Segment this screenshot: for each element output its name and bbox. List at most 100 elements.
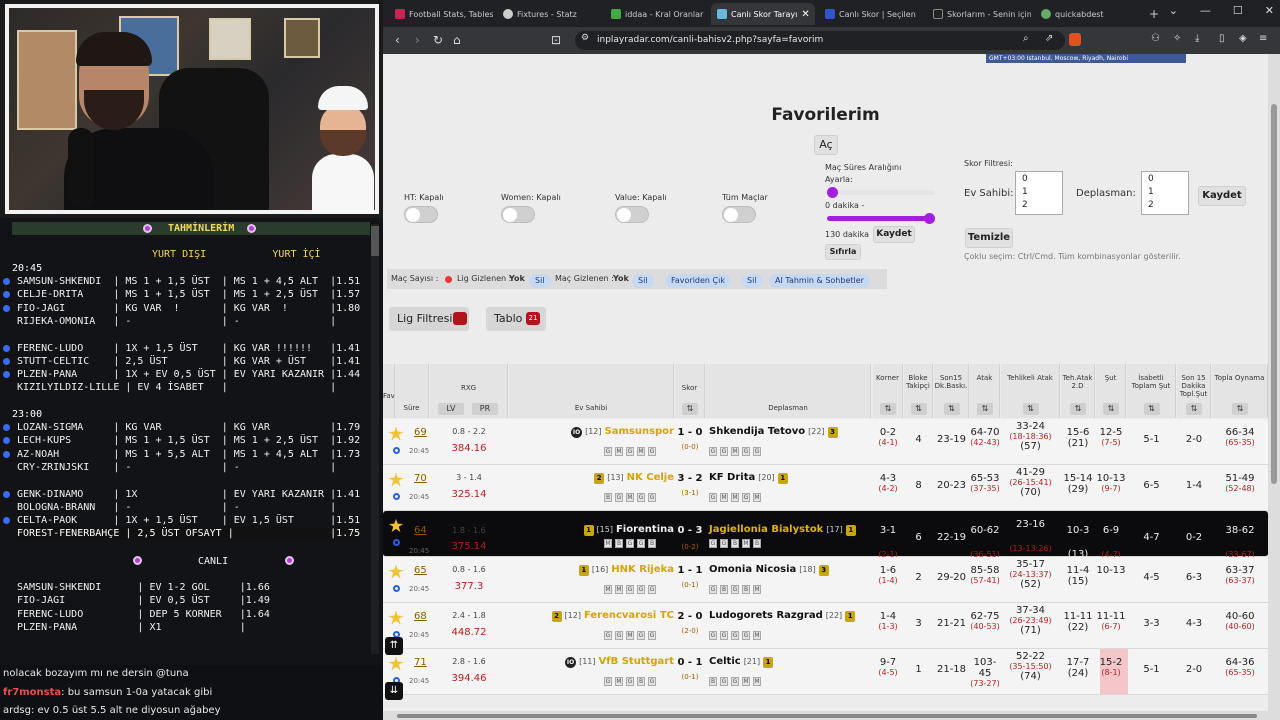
match-row[interactable]: 70 20:45 3 - 1.4 325.14 2 [13] NK Celje B G M G G 3 … [383, 465, 1268, 511]
match-row[interactable]: 64 20:45 1.8 - 1.6 375.14 1 [15] Fiorentina M B G… [383, 511, 1268, 578]
favorite-star-icon[interactable] [389, 473, 403, 486]
column-header-son15sut[interactable]: Son 15 Dakika Topl.Şut ⇅ [1177, 364, 1211, 418]
tab-quickabdest[interactable]: quickabdest [1035, 3, 1139, 25]
clear-button[interactable]: Temizle [965, 228, 1013, 248]
home-name[interactable]: VfB Stuttgart [599, 656, 674, 667]
sort-icon[interactable]: ⇅ [682, 403, 698, 415]
favorite-star-icon[interactable] [389, 657, 403, 670]
home-name[interactable]: NK Celje [627, 472, 674, 483]
league-filter-button[interactable]: Lig Filtresi [389, 307, 469, 331]
bookmark-icon[interactable]: ⊡ [551, 33, 561, 47]
notes-scrollbar[interactable] [371, 224, 379, 654]
close-window-icon[interactable]: ✕ [1265, 4, 1274, 17]
new-tab-button[interactable]: + [1143, 3, 1163, 25]
favorite-star-icon[interactable] [389, 519, 403, 532]
away-name[interactable]: KF Drita [709, 472, 755, 483]
scroll-top-button[interactable]: ⇈ [385, 637, 403, 655]
timezone-select[interactable]: GMT+03:00 Istanbul, Moscow, Riyadh, Nair… [986, 54, 1186, 63]
min-slider-track[interactable] [827, 190, 935, 195]
menu-icon[interactable]: ≡ [1259, 33, 1267, 44]
column-header-tehlikeli[interactable]: Tehlikeli Atak ⇅ [1001, 364, 1060, 418]
sort-icon[interactable]: ⇅ [910, 403, 927, 415]
away-name[interactable]: Shkendija Tetovo [709, 426, 805, 437]
away-team[interactable]: Celtic [21] 1 [709, 656, 774, 668]
favorite-star-icon[interactable] [389, 565, 403, 578]
match-minute[interactable]: 68 [414, 611, 427, 622]
home-team[interactable]: 1 [16] HNK Rijeka [578, 564, 674, 576]
away-name[interactable]: Ludogorets Razgrad [709, 610, 823, 621]
column-header-rxg[interactable]: RXG LV PR [430, 364, 508, 418]
extensions-icon[interactable]: ✧ [1173, 33, 1181, 44]
home-team[interactable]: 2 [13] NK Celje [594, 472, 674, 484]
zoom-icon[interactable]: ⌕ [1023, 33, 1029, 44]
match-minute[interactable]: 71 [414, 657, 427, 668]
match-row[interactable]: 65 20:45 0.8 - 1.6 377.3 1 [16] HNK Rijeka M M G G… [383, 557, 1268, 603]
download-icon[interactable]: ⤓ [1195, 33, 1199, 44]
away-team[interactable]: Omonia Nicosia [18] 3 [709, 564, 829, 576]
match-row[interactable]: 69 20:45 0.8 - 2.2 384.16 IO [12] Samsunspor G M… [383, 419, 1268, 465]
home-team[interactable]: IO [12] Samsunspor [571, 426, 674, 438]
match-minute[interactable]: 70 [414, 473, 427, 484]
sort-icon[interactable]: ⇅ [943, 403, 960, 415]
vpn-icon[interactable]: ◈ [1239, 33, 1247, 44]
column-header-ev_sahibi[interactable]: Ev Sahibi [509, 364, 674, 418]
share-icon[interactable]: ⇗ [1045, 33, 1053, 44]
away-score-select[interactable]: 012 [1141, 171, 1189, 215]
max-slider-handle[interactable] [924, 213, 935, 224]
home-icon[interactable]: ⌂ [453, 33, 461, 47]
minimize-icon[interactable]: — [1200, 4, 1211, 17]
horizontal-scrollbar[interactable] [383, 711, 1268, 720]
column-header-skor[interactable]: Skor ⇅ [675, 364, 705, 418]
favorite-star-icon[interactable] [389, 427, 403, 440]
tab-fixtures[interactable]: Fixtures - Statz [497, 3, 601, 25]
tab-iddaa[interactable]: iddaa - Kral Oranlar [605, 3, 709, 25]
column-header-isabetli[interactable]: İsabetli Toplam Şut ⇅ [1127, 364, 1176, 418]
sort-icon[interactable]: ⇅ [977, 403, 993, 415]
column-header-son15[interactable]: Son15 Dk.Baskı. ⇅ [934, 364, 969, 418]
sort-icon[interactable]: ⇅ [1103, 403, 1119, 415]
away-name[interactable]: Jagiellonia Bialystok [709, 524, 823, 535]
sort-icon[interactable]: ⇅ [1022, 403, 1039, 415]
delete-hidden-match-button[interactable]: Sil [632, 274, 654, 288]
match-row[interactable]: 71 20:45 2.8 - 1.6 394.46 IO [11] VfB Stuttgar… [383, 649, 1268, 695]
value-toggle[interactable] [615, 206, 649, 223]
forward-icon[interactable]: › [415, 33, 420, 47]
away-team[interactable]: Ludogorets Razgrad [22] 1 [709, 610, 856, 622]
home-name[interactable]: Ferencvarosi TC [584, 610, 674, 621]
score-save-button[interactable]: Kaydet [1198, 186, 1246, 206]
max-slider-track[interactable] [827, 216, 935, 221]
table-button[interactable]: Tablo 21 [486, 307, 546, 331]
tab-skorlarim[interactable]: Skorlarım - Senin için [927, 3, 1031, 25]
sort-icon[interactable]: ⇅ [1070, 403, 1086, 415]
column-header-teh2d[interactable]: Teh.Atak 2.D ⇅ [1061, 364, 1095, 418]
lv-sort-button[interactable]: LV [438, 403, 464, 415]
column-header-topla[interactable]: Topla Oynama ⇅ [1212, 364, 1268, 418]
match-minute[interactable]: 65 [414, 565, 427, 576]
column-header-sut[interactable]: Şut ⇅ [1096, 364, 1126, 418]
ht-toggle[interactable] [404, 206, 438, 223]
home-name[interactable]: Fiorentina [616, 524, 674, 535]
sort-icon[interactable]: ⇅ [1143, 403, 1160, 415]
away-team[interactable]: Shkendija Tetovo [22] 3 [709, 426, 838, 438]
away-name[interactable]: Celtic [709, 656, 741, 667]
page-scrollbar[interactable] [1268, 54, 1280, 720]
reload-icon[interactable]: ↻ [433, 33, 443, 47]
min-slider-handle[interactable] [827, 187, 838, 198]
home-team[interactable]: 2 [12] Ferencvarosi TC [551, 610, 674, 622]
column-header-bloke[interactable]: Bloke Takipçi ⇅ [904, 364, 933, 418]
home-name[interactable]: HNK Rijeka [611, 564, 674, 575]
home-name[interactable]: Samsunspor [605, 426, 674, 437]
ai-chat-dropdown[interactable]: AI Tahmin & Sohbetler [769, 274, 870, 288]
match-minute[interactable]: 69 [414, 427, 427, 438]
brave-shield-icon[interactable] [1069, 33, 1081, 46]
dropdown-icon[interactable]: ⌄ [1169, 4, 1178, 17]
tab-canli-skor-secilen[interactable]: Canlı Skor | Seçilen [819, 3, 923, 25]
tab-football-stats[interactable]: Football Stats, Tables [389, 3, 493, 25]
column-header-korner[interactable]: Korner ⇅ [873, 364, 903, 418]
pr-sort-button[interactable]: PR [472, 403, 498, 415]
women-toggle[interactable] [501, 206, 535, 223]
sidebar-icon[interactable]: ▯ [1219, 33, 1225, 44]
home-team[interactable]: IO [11] VfB Stuttgart [565, 656, 674, 668]
sort-icon[interactable]: ⇅ [1186, 403, 1202, 415]
remove-favorite-button[interactable]: Favoriden Çık [665, 274, 731, 288]
